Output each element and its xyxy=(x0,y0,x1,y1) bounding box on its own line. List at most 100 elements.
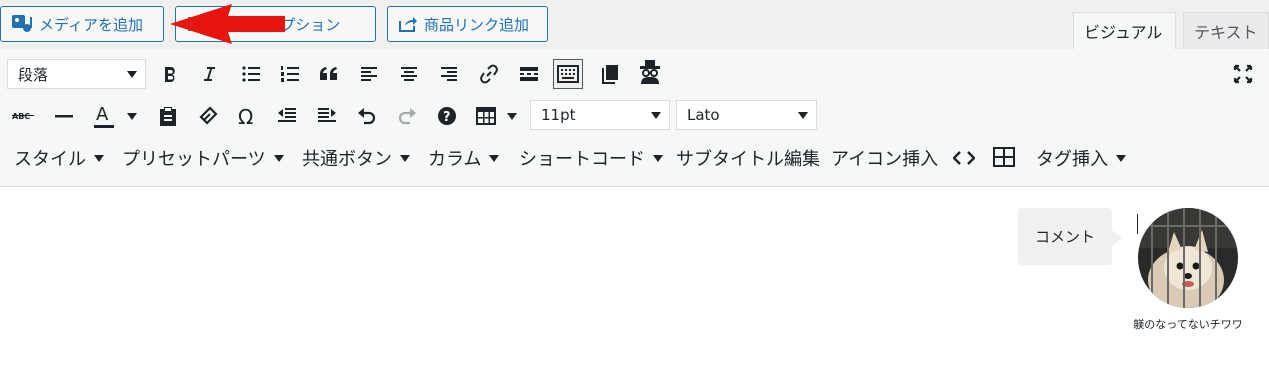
chevron-down-icon xyxy=(127,71,137,78)
outdent-icon xyxy=(278,108,296,122)
chevron-down-icon xyxy=(651,112,661,119)
menu-common-buttons[interactable]: 共通ボタン xyxy=(302,145,410,171)
align-center-icon xyxy=(401,67,417,81)
align-center-button[interactable] xyxy=(394,59,424,89)
menu-shortcode-label: ショートコード xyxy=(519,149,645,170)
chevron-down-icon xyxy=(400,154,410,162)
outdent-button[interactable] xyxy=(272,101,302,131)
speech-bubble: コメント xyxy=(1018,208,1122,265)
menu-column-label: カラム xyxy=(428,149,482,170)
redo-icon xyxy=(398,108,416,125)
keyboard-icon xyxy=(557,65,579,83)
italic-button[interactable] xyxy=(194,59,224,89)
incognito-icon xyxy=(640,60,660,84)
add-product-link-label: 商品リンク追加 xyxy=(424,15,530,34)
italic-icon xyxy=(204,67,215,81)
menu-subtitle-edit[interactable]: サブタイトル編集 xyxy=(676,145,820,171)
menu-style[interactable]: スタイル xyxy=(14,145,104,171)
format-select[interactable]: 段落 xyxy=(7,59,146,89)
bullet-list-button[interactable] xyxy=(236,59,266,89)
avatar xyxy=(1138,208,1238,308)
copy-icon xyxy=(602,65,618,84)
tab-text-label: テキスト xyxy=(1194,23,1258,42)
numbered-list-button[interactable] xyxy=(275,59,305,89)
redo-button[interactable] xyxy=(392,101,422,131)
menu-preset-parts-label: プリセットパーツ xyxy=(122,149,266,170)
read-more-icon xyxy=(520,67,538,81)
align-left-icon xyxy=(361,67,377,81)
align-right-button[interactable] xyxy=(434,59,464,89)
help-button[interactable]: ? xyxy=(432,101,462,131)
strikethrough-button[interactable]: ABC xyxy=(8,101,38,131)
tab-visual-label: ビジュアル xyxy=(1084,23,1163,42)
table-icon xyxy=(476,107,496,125)
font-family-select[interactable]: Lato xyxy=(676,100,817,130)
incognito-button[interactable] xyxy=(635,57,665,87)
horizontal-line-button[interactable] xyxy=(49,101,79,131)
clear-formatting-button[interactable] xyxy=(193,101,223,131)
font-size-select[interactable]: 11pt xyxy=(530,100,670,130)
code-icon xyxy=(953,151,975,165)
svg-text:ABC: ABC xyxy=(12,112,30,121)
menu-common-buttons-label: 共通ボタン xyxy=(302,149,392,170)
text-cursor xyxy=(1137,214,1138,234)
add-product-link-button[interactable]: 商品リンク追加 xyxy=(387,6,548,42)
add-media-label: メディアを追加 xyxy=(39,15,143,34)
undo-icon xyxy=(358,108,376,125)
red-arrow-annotation xyxy=(170,4,285,44)
align-right-icon xyxy=(441,67,457,81)
table-button[interactable] xyxy=(471,101,501,131)
eraser-icon xyxy=(199,106,218,125)
chevron-down-icon xyxy=(489,154,500,162)
media-icon xyxy=(12,15,32,32)
menu-tag-insert[interactable]: タグ挿入 xyxy=(1036,145,1126,171)
avatar-name: 躾のなってないチワワ xyxy=(1133,318,1243,331)
menu-shortcode[interactable]: ショートコード xyxy=(519,145,663,171)
chevron-down-icon xyxy=(273,154,284,162)
chevron-down-icon xyxy=(94,154,104,162)
menu-icon-insert[interactable]: アイコン挿入 xyxy=(831,145,938,171)
chevron-down-icon xyxy=(653,154,663,162)
add-media-button[interactable]: メディアを追加 xyxy=(0,6,164,42)
bold-icon xyxy=(165,67,175,82)
omega-icon: Ω xyxy=(238,106,253,126)
tab-visual[interactable]: ビジュアル xyxy=(1073,12,1176,49)
tab-text[interactable]: テキスト xyxy=(1183,12,1269,49)
chevron-down-icon xyxy=(798,112,808,119)
copy-button[interactable] xyxy=(595,59,625,89)
menu-column[interactable]: カラム xyxy=(428,145,500,171)
fullscreen-icon xyxy=(1233,64,1253,84)
menu-tag-insert-label: タグ挿入 xyxy=(1036,149,1108,170)
table-caret-icon[interactable] xyxy=(507,113,517,120)
blockquote-button[interactable] xyxy=(314,59,344,89)
horizontal-line-icon xyxy=(55,115,73,118)
text-color-caret-icon[interactable] xyxy=(127,113,137,120)
grid-plus-icon xyxy=(993,147,1015,167)
paste-as-text-button[interactable] xyxy=(153,101,183,131)
numbered-list-icon xyxy=(281,66,299,82)
indent-icon xyxy=(318,108,336,122)
share-icon xyxy=(399,17,417,32)
menu-subtitle-edit-label: サブタイトル編集 xyxy=(676,149,820,170)
menu-preset-parts[interactable]: プリセットパーツ xyxy=(122,145,284,171)
speech-bubble-text: コメント xyxy=(1034,228,1095,246)
link-icon xyxy=(480,64,498,84)
avatar-image xyxy=(1138,208,1238,308)
special-character-button[interactable]: Ω xyxy=(232,101,262,131)
toolbar-toggle-button[interactable] xyxy=(553,59,583,89)
strikethrough-icon: ABC xyxy=(12,112,34,121)
bold-button[interactable] xyxy=(155,59,185,89)
insert-link-button[interactable] xyxy=(474,59,504,89)
clipboard-icon xyxy=(160,107,176,126)
text-color-button[interactable]: A xyxy=(89,101,119,131)
quote-icon xyxy=(320,67,337,80)
fullscreen-button[interactable] xyxy=(1228,59,1258,89)
indent-button[interactable] xyxy=(312,101,342,131)
code-button[interactable] xyxy=(949,143,979,173)
read-more-button[interactable] xyxy=(514,59,544,89)
align-left-button[interactable] xyxy=(354,59,384,89)
insert-block-button[interactable] xyxy=(989,142,1019,172)
font-family-value: Lato xyxy=(687,106,720,124)
svg-text:Ω: Ω xyxy=(238,106,253,126)
undo-button[interactable] xyxy=(352,101,382,131)
